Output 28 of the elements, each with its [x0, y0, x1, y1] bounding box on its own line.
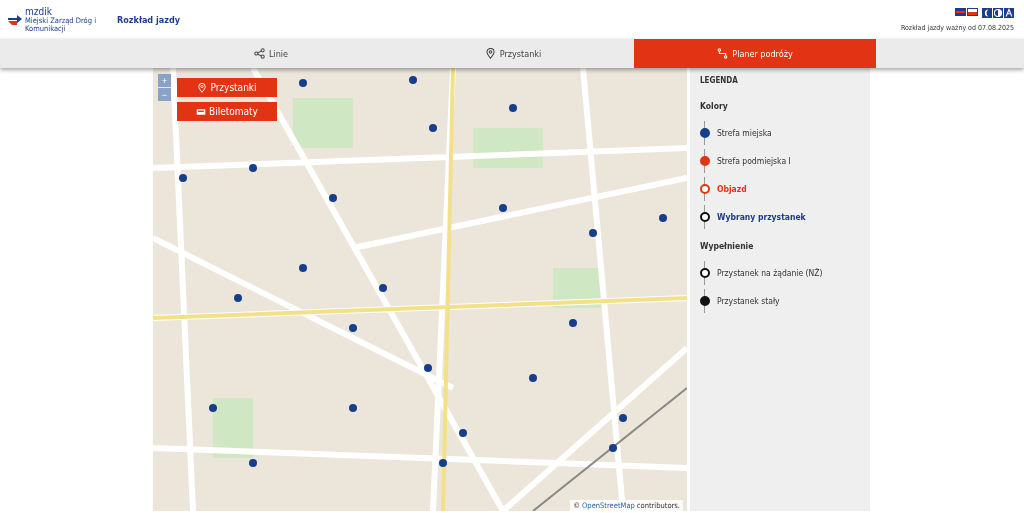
flag-icon[interactable] [955, 7, 966, 16]
flag-icon[interactable] [967, 7, 978, 16]
map-pin-icon [484, 48, 496, 59]
legend-title: LEGENDA [700, 76, 739, 85]
legend-label: Przystanek na żądanie (NŻ) [717, 268, 823, 278]
contrast-icon[interactable] [993, 7, 1003, 18]
legend-label: Objazd [717, 184, 747, 194]
nav-tab[interactable]: Planer podróży [634, 39, 876, 68]
legend-heading: Kolory [700, 101, 729, 111]
legend-label: Strefa miejska [717, 128, 772, 138]
nav-tab[interactable]: Linie [150, 39, 392, 68]
map-layer-button[interactable]: Przystanki [177, 78, 277, 97]
legend-label: Strefa podmiejska I [717, 156, 791, 166]
legend-label: Przystanek stały [717, 296, 780, 306]
zoom-out-button[interactable]: − [158, 88, 171, 101]
map-layer-button[interactable]: Biletomaty [177, 102, 277, 121]
route-icon [717, 48, 729, 59]
share-icon [253, 48, 265, 59]
ticket-machine-icon [196, 106, 207, 117]
legend-heading: Wypełnienie [700, 241, 755, 251]
logo-icon [8, 12, 22, 27]
legend-label: Wybrany przystanek [717, 212, 806, 222]
font-size-icon[interactable] [1004, 7, 1014, 18]
zoom-in-button[interactable]: + [158, 74, 171, 87]
logo-text: mzdik [25, 6, 53, 17]
page-title: Rozkład jazdy [117, 14, 180, 25]
nav-tab[interactable]: Przystanki [392, 39, 634, 68]
map-pin-icon [197, 82, 208, 93]
